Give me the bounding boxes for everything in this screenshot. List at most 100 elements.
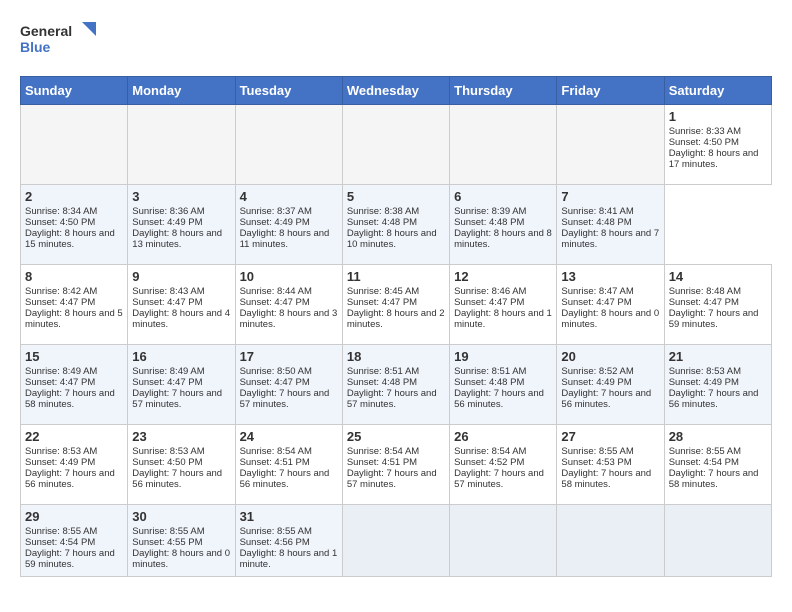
- sunrise: Sunrise: 8:43 AM: [132, 286, 204, 297]
- day-cell: 23 Sunrise: 8:53 AMSunset: 4:50 PMDayligh…: [128, 425, 235, 505]
- sunrise: Sunrise: 8:55 AM: [132, 526, 204, 537]
- daylight: Daylight: 8 hours and 5 minutes.: [25, 308, 123, 330]
- day-number: 14: [669, 269, 767, 284]
- day-number: 5: [347, 189, 445, 204]
- day-cell: 24Sunrise: 8:54 AMSunset: 4:51 PMDayligh…: [235, 425, 342, 505]
- day-number: 23: [132, 429, 230, 444]
- col-header-sunday: Sunday: [21, 77, 128, 105]
- daylight: Daylight: 8 hours and 0 minutes.: [561, 308, 659, 330]
- sunset: Sunset: 4:49 PM: [132, 217, 202, 228]
- calendar-table: SundayMondayTuesdayWednesdayThursdayFrid…: [20, 76, 772, 577]
- sunrise: Sunrise: 8:39 AM: [454, 206, 526, 217]
- day-cell: 20Sunrise: 8:52 AMSunset: 4:49 PMDayligh…: [557, 345, 664, 425]
- daylight: Daylight: 7 hours and 58 minutes.: [25, 388, 115, 410]
- sunset: Sunset: 4:49 PM: [240, 217, 310, 228]
- daylight: Daylight: 7 hours and 57 minutes.: [132, 388, 222, 410]
- sunrise: Sunrise: 8:55 AM: [240, 526, 312, 537]
- svg-text:Blue: Blue: [20, 39, 51, 55]
- sunrise: Sunrise: 8:41 AM: [561, 206, 633, 217]
- daylight: Daylight: 8 hours and 1 minute.: [454, 308, 552, 330]
- day-number: 20: [561, 349, 659, 364]
- day-number: 21: [669, 349, 767, 364]
- day-cell: 3Sunrise: 8:36 AMSunset: 4:49 PMDaylight…: [128, 185, 235, 265]
- sunset: Sunset: 4:47 PM: [132, 377, 202, 388]
- sunrise: Sunrise: 8:44 AM: [240, 286, 312, 297]
- daylight: Daylight: 8 hours and 3 minutes.: [240, 308, 338, 330]
- day-cell: [342, 505, 449, 577]
- daylight: Daylight: 7 hours and 56 minutes.: [25, 468, 115, 490]
- daylight: Daylight: 7 hours and 56 minutes.: [561, 388, 651, 410]
- sunrise: Sunrise: 8:53 AM: [25, 446, 97, 457]
- day-number: 3: [132, 189, 230, 204]
- day-cell: 30Sunrise: 8:55 AMSunset: 4:55 PMDayligh…: [128, 505, 235, 577]
- daylight: Daylight: 8 hours and 11 minutes.: [240, 228, 330, 250]
- sunset: Sunset: 4:51 PM: [240, 457, 310, 468]
- sunset: Sunset: 4:51 PM: [347, 457, 417, 468]
- sunset: Sunset: 4:47 PM: [347, 297, 417, 308]
- sunset: Sunset: 4:47 PM: [240, 377, 310, 388]
- daylight: Daylight: 8 hours and 1 minute.: [240, 548, 338, 570]
- day-cell: 1Sunrise: 8:33 AMSunset: 4:50 PMDaylight…: [664, 105, 771, 185]
- sunset: Sunset: 4:50 PM: [132, 457, 202, 468]
- sunset: Sunset: 4:47 PM: [25, 297, 95, 308]
- sunrise: Sunrise: 8:55 AM: [25, 526, 97, 537]
- col-header-tuesday: Tuesday: [235, 77, 342, 105]
- day-cell: 5Sunrise: 8:38 AMSunset: 4:48 PMDaylight…: [342, 185, 449, 265]
- sunset: Sunset: 4:50 PM: [25, 217, 95, 228]
- sunset: Sunset: 4:47 PM: [132, 297, 202, 308]
- daylight: Daylight: 7 hours and 59 minutes.: [669, 308, 759, 330]
- sunset: Sunset: 4:48 PM: [347, 377, 417, 388]
- day-cell: 19Sunrise: 8:51 AMSunset: 4:48 PMDayligh…: [450, 345, 557, 425]
- day-number: 29: [25, 509, 123, 524]
- daylight: Daylight: 7 hours and 56 minutes.: [454, 388, 544, 410]
- sunrise: Sunrise: 8:53 AM: [132, 446, 204, 457]
- daylight: Daylight: 8 hours and 7 minutes.: [561, 228, 659, 250]
- col-header-saturday: Saturday: [664, 77, 771, 105]
- sunset: Sunset: 4:47 PM: [25, 377, 95, 388]
- logo-svg: General Blue: [20, 20, 100, 60]
- day-number: 2: [25, 189, 123, 204]
- day-cell: [664, 505, 771, 577]
- day-cell: 8Sunrise: 8:42 AMSunset: 4:47 PMDaylight…: [21, 265, 128, 345]
- sunrise: Sunrise: 8:53 AM: [669, 366, 741, 377]
- daylight: Daylight: 7 hours and 57 minutes.: [347, 468, 437, 490]
- sunrise: Sunrise: 8:54 AM: [240, 446, 312, 457]
- sunrise: Sunrise: 8:37 AM: [240, 206, 312, 217]
- day-number: 27: [561, 429, 659, 444]
- day-cell: 10Sunrise: 8:44 AMSunset: 4:47 PMDayligh…: [235, 265, 342, 345]
- day-number: 18: [347, 349, 445, 364]
- sunset: Sunset: 4:55 PM: [132, 537, 202, 548]
- day-number: 11: [347, 269, 445, 284]
- sunset: Sunset: 4:48 PM: [454, 217, 524, 228]
- sunset: Sunset: 4:48 PM: [561, 217, 631, 228]
- sunrise: Sunrise: 8:33 AM: [669, 126, 741, 137]
- daylight: Daylight: 7 hours and 56 minutes.: [132, 468, 222, 490]
- sunrise: Sunrise: 8:34 AM: [25, 206, 97, 217]
- daylight: Daylight: 7 hours and 58 minutes.: [669, 468, 759, 490]
- sunset: Sunset: 4:50 PM: [669, 137, 739, 148]
- sunset: Sunset: 4:48 PM: [454, 377, 524, 388]
- sunrise: Sunrise: 8:49 AM: [132, 366, 204, 377]
- day-cell: 17Sunrise: 8:50 AMSunset: 4:47 PMDayligh…: [235, 345, 342, 425]
- sunrise: Sunrise: 8:45 AM: [347, 286, 419, 297]
- daylight: Daylight: 8 hours and 2 minutes.: [347, 308, 445, 330]
- day-cell: 31Sunrise: 8:55 AMSunset: 4:56 PMDayligh…: [235, 505, 342, 577]
- day-number: 4: [240, 189, 338, 204]
- daylight: Daylight: 8 hours and 17 minutes.: [669, 148, 759, 170]
- day-number: 15: [25, 349, 123, 364]
- day-number: 7: [561, 189, 659, 204]
- logo: General Blue: [20, 20, 100, 60]
- daylight: Daylight: 7 hours and 59 minutes.: [25, 548, 115, 570]
- daylight: Daylight: 8 hours and 4 minutes.: [132, 308, 230, 330]
- daylight: Daylight: 8 hours and 10 minutes.: [347, 228, 437, 250]
- day-cell: 26Sunrise: 8:54 AMSunset: 4:52 PMDayligh…: [450, 425, 557, 505]
- sunset: Sunset: 4:49 PM: [561, 377, 631, 388]
- day-number: 12: [454, 269, 552, 284]
- sunrise: Sunrise: 8:36 AM: [132, 206, 204, 217]
- day-cell: 6Sunrise: 8:39 AMSunset: 4:48 PMDaylight…: [450, 185, 557, 265]
- day-cell: 9Sunrise: 8:43 AMSunset: 4:47 PMDaylight…: [128, 265, 235, 345]
- day-cell: 16Sunrise: 8:49 AMSunset: 4:47 PMDayligh…: [128, 345, 235, 425]
- sunrise: Sunrise: 8:48 AM: [669, 286, 741, 297]
- sunset: Sunset: 4:49 PM: [25, 457, 95, 468]
- day-cell: 18Sunrise: 8:51 AMSunset: 4:48 PMDayligh…: [342, 345, 449, 425]
